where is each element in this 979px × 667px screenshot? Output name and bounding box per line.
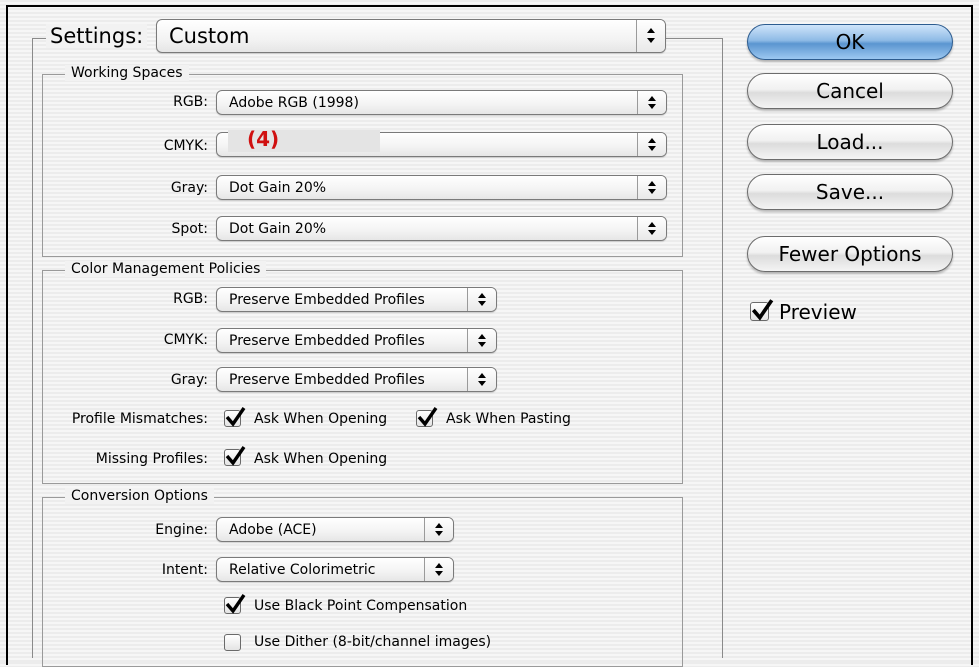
ask-opening-missing-checkbox[interactable] <box>224 446 246 466</box>
intent-value: Relative Colorimetric <box>229 562 376 578</box>
dither-label: Use Dither (8-bit/channel images) <box>254 634 492 650</box>
checkmark-icon <box>225 407 246 427</box>
missing-profiles-label: Missing Profiles: <box>95 451 208 467</box>
ws-gray-popup[interactable]: Dot Gain 20% <box>216 175 667 200</box>
checkmark-icon <box>417 407 438 427</box>
checkmark-icon <box>225 446 246 466</box>
popup-arrows-icon <box>637 217 666 240</box>
settings-line-vertical <box>722 38 723 658</box>
popup-arrows-icon <box>637 176 666 199</box>
ws-spot-label: Spot: <box>171 221 208 237</box>
policy-rgb-value: Preserve Embedded Profiles <box>229 292 425 308</box>
working-spaces-title: Working Spaces <box>65 65 189 81</box>
policies-title: Color Management Policies <box>65 261 267 277</box>
popup-arrows-icon <box>424 518 453 541</box>
popup-arrows-icon <box>424 558 453 581</box>
ws-gray-value: Dot Gain 20% <box>229 180 327 196</box>
load-button[interactable]: Load... <box>747 124 953 160</box>
popup-arrows-icon <box>636 20 665 52</box>
policy-rgb-popup[interactable]: Preserve Embedded Profiles <box>216 287 497 312</box>
popup-arrows-icon <box>467 288 496 311</box>
intent-label: Intent: <box>161 562 208 578</box>
policy-cmyk-popup[interactable]: Preserve Embedded Profiles <box>216 328 497 353</box>
profile-mismatches-label: Profile Mismatches: <box>71 411 208 427</box>
policy-gray-value: Preserve Embedded Profiles <box>229 372 425 388</box>
conversion-title: Conversion Options <box>65 488 214 504</box>
engine-popup[interactable]: Adobe (ACE) <box>216 517 454 542</box>
ask-opening-mismatch-checkbox[interactable] <box>224 407 246 427</box>
settings-line-vertical-left <box>32 38 33 658</box>
annotation-marker: (4) <box>247 127 280 151</box>
intent-popup[interactable]: Relative Colorimetric <box>216 557 454 582</box>
settings-value: Custom <box>169 24 250 48</box>
ask-opening-missing-label: Ask When Opening <box>254 451 388 467</box>
checkmark-icon <box>751 299 774 321</box>
engine-label: Engine: <box>155 522 208 538</box>
preview-label: Preview <box>779 300 857 324</box>
ok-button[interactable]: OK <box>747 24 953 60</box>
black-point-label: Use Black Point Compensation <box>254 598 468 614</box>
popup-arrows-icon <box>637 133 666 156</box>
preview-checkbox[interactable] <box>750 299 774 321</box>
fewer-options-button[interactable]: Fewer Options <box>747 236 953 272</box>
ws-gray-label: Gray: <box>170 180 208 196</box>
ws-spot-value: Dot Gain 20% <box>229 221 327 237</box>
popup-arrows-icon <box>467 329 496 352</box>
ask-pasting-label: Ask When Pasting <box>446 411 571 427</box>
black-point-checkbox[interactable] <box>224 594 246 614</box>
engine-value: Adobe (ACE) <box>229 522 317 538</box>
save-button[interactable]: Save... <box>747 174 953 210</box>
policy-gray-label: Gray: <box>170 372 208 388</box>
ask-opening-mismatch-label: Ask When Opening <box>254 411 388 427</box>
dither-checkbox[interactable] <box>224 634 241 651</box>
cancel-button[interactable]: Cancel <box>747 73 953 109</box>
policy-rgb-label: RGB: <box>173 291 208 307</box>
policy-cmyk-label: CMYK: <box>163 332 208 348</box>
popup-arrows-icon <box>467 368 496 391</box>
settings-label: Settings: <box>46 24 148 48</box>
checkmark-icon <box>225 594 246 614</box>
ws-spot-popup[interactable]: Dot Gain 20% <box>216 216 667 241</box>
policy-cmyk-value: Preserve Embedded Profiles <box>229 333 425 349</box>
ws-rgb-value: Adobe RGB (1998) <box>229 95 359 111</box>
ask-pasting-checkbox[interactable] <box>416 407 438 427</box>
ws-cmyk-label: CMYK: <box>163 138 208 154</box>
ws-rgb-popup[interactable]: Adobe RGB (1998) <box>216 90 667 115</box>
settings-line-left <box>32 38 46 39</box>
settings-popup[interactable]: Custom <box>156 19 666 53</box>
policy-gray-popup[interactable]: Preserve Embedded Profiles <box>216 367 497 392</box>
popup-arrows-icon <box>637 91 666 114</box>
settings-line-right <box>666 38 722 39</box>
ws-rgb-label: RGB: <box>173 94 208 110</box>
